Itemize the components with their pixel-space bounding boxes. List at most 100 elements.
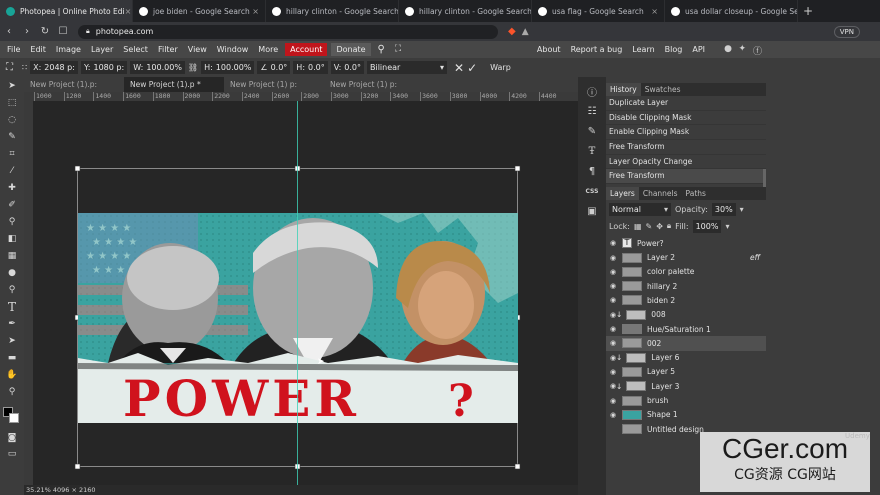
layer-row[interactable]: ◉ color palette [606,265,766,279]
browser-tab[interactable]: joe biden - Google Search × [133,0,266,22]
eye-icon[interactable]: ◉ [606,296,620,304]
zoom-tool-icon[interactable]: ⚲ [0,383,24,400]
new-tab-button[interactable]: + [798,0,818,22]
layer-effects-badge[interactable]: eff [750,253,760,262]
eye-icon[interactable]: ◉ [606,239,620,247]
document-tab[interactable]: New Project (1) p: [324,77,424,92]
type-tool-icon[interactable]: T [0,298,24,315]
dodge-tool-icon[interactable]: ⚲ [0,281,24,298]
menu-item-image[interactable]: Image [51,41,86,58]
layer-row[interactable]: ◉ Shape 1 [606,408,766,422]
fill-dropdown-icon[interactable]: ▾ [725,222,729,231]
lock-pixels-icon[interactable]: ▦ [634,222,642,231]
tab-history[interactable]: History [606,83,641,96]
brave-rewards-icon[interactable]: ▲ [522,27,529,37]
y-field[interactable]: Y: 1080 p: [80,61,128,74]
layer-row[interactable]: ◉ Hue/Saturation 1 [606,322,766,336]
bookmark-icon[interactable]: ☐ [54,26,72,37]
browser-tab[interactable]: Photopea | Online Photo Edi × [0,0,133,22]
close-icon[interactable]: × [252,7,259,16]
menu-item-file[interactable]: File [2,41,25,58]
marquee-tool-icon[interactable]: ⬚ [0,94,24,111]
eye-icon[interactable]: ◉ [606,339,620,347]
clone-stamp-tool-icon[interactable]: ⚲ [0,213,24,230]
layer-row[interactable]: ◉ Layer 5 [606,365,766,379]
fill-field[interactable]: 100% [692,219,722,233]
menu-item-more[interactable]: More [253,41,283,58]
tab-paths[interactable]: Paths [682,187,710,200]
layer-row[interactable]: ◉ ↓ Layer 6 [606,351,766,365]
twitter-icon[interactable]: ✦ [738,44,746,54]
image-icon[interactable]: ▣ [578,201,606,221]
opacity-field[interactable]: 30% [711,202,736,216]
panel-scrollbar[interactable] [763,169,766,187]
menu-link-report-a-bug[interactable]: Report a bug [566,41,628,58]
browser-tab[interactable]: hillary clinton - Google Search× [266,0,399,22]
donate-button[interactable]: Donate [331,43,371,56]
lock-move-icon[interactable]: ✥ [656,222,663,231]
paragraph-icon[interactable]: ¶ [578,161,606,181]
lasso-tool-icon[interactable]: ◌ [0,111,24,128]
history-item[interactable]: Disable Clipping Mask [606,111,766,126]
cancel-transform-icon[interactable]: ✕ [454,61,464,75]
eye-icon[interactable]: ◉ [606,368,620,376]
menu-item-select[interactable]: Select [118,41,153,58]
facebook-icon[interactable]: ⓕ [753,44,762,57]
eye-icon[interactable]: ◉ [606,411,620,419]
menu-item-filter[interactable]: Filter [153,41,183,58]
pen-tool-icon[interactable]: ✒ [0,315,24,332]
reddit-icon[interactable]: ● [724,44,732,54]
vpn-button[interactable]: VPN [833,25,860,38]
eye-icon[interactable]: ◉ [606,268,620,276]
quick-select-tool-icon[interactable]: ✎ [0,128,24,145]
account-button[interactable]: Account [285,43,328,56]
quick-mask-icon[interactable]: ◙ [0,429,24,446]
info-icon[interactable]: ⓘ [578,81,606,101]
gradient-tool-icon[interactable]: ▦ [0,247,24,264]
background-color-swatch[interactable] [9,413,19,423]
opacity-dropdown-icon[interactable]: ▾ [740,205,744,214]
properties-icon[interactable]: ☷ [578,101,606,121]
h-field[interactable]: H: 100.00% [201,61,255,74]
eyedropper-tool-icon[interactable]: ⁄ [0,162,24,179]
angle-field[interactable]: ∠ 0.0° [257,61,291,74]
menu-link-about[interactable]: About [532,41,566,58]
lock-paint-icon[interactable]: ✎ [646,222,653,231]
eye-icon[interactable]: ◉ [606,282,620,290]
layer-row[interactable]: ◉ hillary 2 [606,279,766,293]
shape-tool-icon[interactable]: ▬ [0,349,24,366]
move-tool-icon[interactable]: ➤ [0,77,24,94]
forward-icon[interactable]: › [18,26,36,37]
history-item[interactable]: Layer Opacity Change [606,155,766,170]
history-item[interactable]: Enable Clipping Mask [606,125,766,141]
interpolation-select[interactable]: Bilinear ▾ [367,61,447,74]
x-field[interactable]: X: 2048 p: [30,61,78,74]
w-field[interactable]: W: 100.00% [130,61,185,74]
css-icon[interactable]: CSS [578,181,606,201]
document-tab[interactable]: New Project (1).p * [124,77,224,92]
reload-icon[interactable]: ↻ [36,26,54,37]
brush-tool-icon[interactable]: ✐ [0,196,24,213]
browser-tab[interactable]: hillary clinton - Google Search× [399,0,532,22]
browser-tab[interactable]: usa dollar closeup - Google Sea× [665,0,798,22]
reference-point-icon[interactable]: ∷ [22,63,27,72]
layer-row[interactable]: ◉ Layer 2 eff [606,250,766,264]
search-icon[interactable]: ⚲ [373,41,390,58]
warp-button[interactable]: Warp [490,63,511,72]
layer-row[interactable]: ◉ ↓ Layer 3 [606,379,766,393]
layer-row[interactable]: ◉ 002 [606,336,766,351]
path-select-tool-icon[interactable]: ➤ [0,332,24,349]
menu-item-layer[interactable]: Layer [86,41,118,58]
blend-mode-select[interactable]: Normal ▾ [609,202,671,216]
vertical-guide[interactable] [297,101,298,485]
crop-tool-icon[interactable]: ⌗ [0,145,24,162]
layer-row[interactable]: ◉ brush [606,393,766,407]
eraser-tool-icon[interactable]: ◧ [0,230,24,247]
tab-channels[interactable]: Channels [639,187,682,200]
vskew-field[interactable]: V: 0.0° [330,61,364,74]
move-transform-icon[interactable]: ⛶ [6,62,13,73]
tab-layers[interactable]: Layers [606,187,639,201]
eye-icon[interactable]: ◉ [606,397,620,405]
url-field[interactable]: 🔒︎ photopea.com [78,24,498,39]
eye-icon[interactable]: ◉ [606,325,620,333]
